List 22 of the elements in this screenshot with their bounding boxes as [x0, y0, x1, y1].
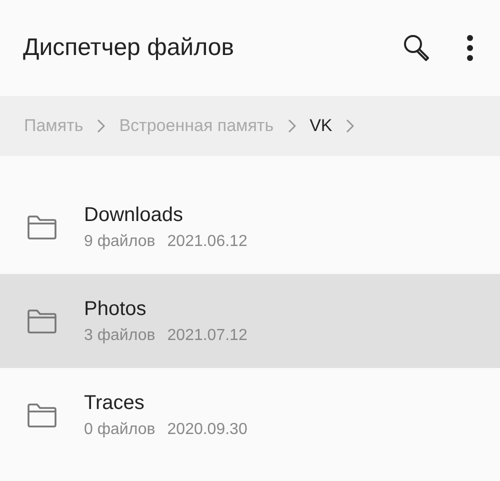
folder-icon: [27, 308, 57, 334]
folder-date: 2021.07.12: [167, 326, 248, 344]
more-options-icon[interactable]: [466, 35, 474, 61]
folder-icon: [27, 402, 57, 428]
folder-icon: [27, 214, 57, 240]
chevron-icon: [288, 119, 296, 133]
folder-row[interactable]: Photos 3 файлов 2021.07.12: [0, 274, 500, 368]
breadcrumb-item[interactable]: VK: [310, 116, 332, 136]
search-icon[interactable]: [402, 33, 432, 63]
chevron-icon: [346, 119, 354, 133]
file-count: 3 файлов: [84, 326, 156, 344]
file-count: 9 файлов: [84, 232, 156, 250]
chevron-icon: [97, 119, 106, 133]
app-title: Диспетчер файлов: [23, 34, 235, 62]
folder-name: Traces: [84, 392, 146, 414]
folder-name: Photos: [84, 298, 148, 320]
folder-row[interactable]: Downloads 9 файлов 2021.06.12: [0, 180, 500, 274]
file-count: 0 файлов: [84, 420, 156, 438]
folder-name: Downloads: [84, 204, 184, 226]
folder-date: 2020.09.30: [167, 420, 248, 438]
folder-date: 2021.06.12: [167, 232, 248, 250]
folder-row[interactable]: Traces 0 файлов 2020.09.30: [0, 368, 500, 462]
